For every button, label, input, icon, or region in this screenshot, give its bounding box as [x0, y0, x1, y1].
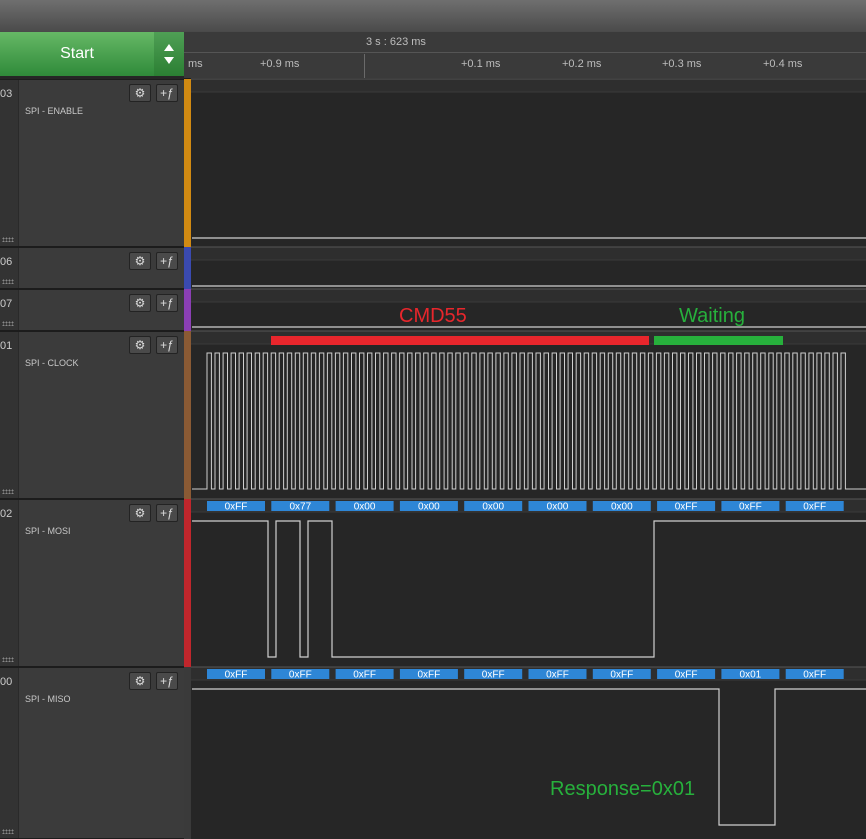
- arrow-up-icon[interactable]: [164, 44, 174, 51]
- drag-handle-icon[interactable]: [2, 321, 14, 326]
- trigger-icon[interactable]: +ƒ: [156, 294, 178, 312]
- channel-number-strip: [0, 80, 19, 246]
- arrow-down-icon[interactable]: [164, 57, 174, 64]
- channel-header-row: [191, 289, 866, 302]
- drag-handle-icon[interactable]: [2, 657, 14, 662]
- cmd55-bar: [271, 336, 649, 345]
- capture-time: 3 s : 623 ms: [366, 36, 426, 48]
- channel-name[interactable]: SPI - MISO: [25, 694, 71, 704]
- start-button[interactable]: Start: [0, 32, 155, 76]
- drag-handle-icon[interactable]: [2, 829, 14, 834]
- gear-icon[interactable]: ⚙: [129, 252, 151, 270]
- gear-icon[interactable]: ⚙: [129, 504, 151, 522]
- waveform-view[interactable]: 0xFF 0x77 0x00 0x00 0x00 0x00 0x00 0xFF 0xFF 0xFF…: [191, 78, 866, 839]
- top-toolbar: [0, 0, 866, 33]
- miso-byte-label: 0xFF: [289, 670, 312, 681]
- channel-number: 00: [0, 676, 13, 688]
- mosi-byte-label: 0x00: [482, 502, 504, 513]
- channel-panel-07[interactable]: 07 ⚙ +ƒ: [0, 289, 184, 331]
- ruler-tick: +0.4 ms: [763, 58, 803, 70]
- channel-name[interactable]: SPI - MOSI: [25, 526, 71, 536]
- gear-icon[interactable]: ⚙: [129, 672, 151, 690]
- channel-header-row: [191, 247, 866, 260]
- channel-panel-miso[interactable]: 00 SPI - MISO ⚙ +ƒ: [0, 667, 184, 839]
- channel-color-bar: [184, 79, 191, 247]
- mosi-byte-label: 0x00: [418, 502, 440, 513]
- trigger-icon[interactable]: +ƒ: [156, 252, 178, 270]
- ruler-tick: ms: [188, 58, 203, 70]
- cmd55-annotation: CMD55: [399, 305, 467, 327]
- waiting-bar: [654, 336, 783, 345]
- mosi-byte-label: 0x00: [547, 502, 569, 513]
- channel-number: 01: [0, 340, 13, 352]
- mosi-byte-label: 0xFF: [803, 502, 826, 513]
- time-ruler[interactable]: 3 s : 623 ms ms +0.9 ms +0.1 ms +0.2 ms …: [184, 32, 866, 79]
- channel-number-strip: [0, 500, 19, 666]
- channel-color-bar: [184, 331, 191, 499]
- channel-number: 06: [0, 256, 13, 268]
- miso-byte-label: 0xFF: [803, 670, 826, 681]
- channel-number: 03: [0, 88, 13, 100]
- channel-number-strip: [0, 668, 19, 838]
- mosi-byte-label: 0xFF: [675, 502, 698, 513]
- channel-number-strip: [0, 332, 19, 498]
- ruler-capture-row: 3 s : 623 ms: [184, 32, 866, 53]
- ruler-divider: [364, 54, 365, 78]
- mosi-byte-label: 0x00: [354, 502, 376, 513]
- channel-color-bar: [184, 247, 191, 289]
- start-options-toggle[interactable]: [154, 32, 184, 76]
- ruler-tick: +0.2 ms: [562, 58, 602, 70]
- channel-panel-06[interactable]: 06 ⚙ +ƒ: [0, 247, 184, 289]
- channel-color-bar: [184, 667, 191, 839]
- channel-number: 07: [0, 298, 13, 310]
- channel-number: 02: [0, 508, 13, 520]
- gear-icon[interactable]: ⚙: [129, 336, 151, 354]
- gear-icon[interactable]: ⚙: [129, 294, 151, 312]
- miso-byte-label: 0x01: [740, 670, 762, 681]
- channel-name[interactable]: SPI - CLOCK: [25, 358, 79, 368]
- response-annotation: Response=0x01: [550, 778, 696, 800]
- channel-panel-mosi[interactable]: 02 SPI - MOSI ⚙ +ƒ: [0, 499, 184, 667]
- miso-byte-label: 0xFF: [675, 670, 698, 681]
- ruler-tick: +0.3 ms: [662, 58, 702, 70]
- miso-byte-label: 0xFF: [610, 670, 633, 681]
- ruler-tick: +0.9 ms: [260, 58, 300, 70]
- mosi-byte-label: 0x77: [289, 502, 311, 513]
- waiting-annotation: Waiting: [679, 305, 745, 327]
- channel-header-row: [191, 79, 866, 92]
- mosi-byte-label: 0x00: [611, 502, 633, 513]
- miso-byte-label: 0xFF: [353, 670, 376, 681]
- trigger-icon[interactable]: +ƒ: [156, 672, 178, 690]
- channel-panel-clock[interactable]: 01 SPI - CLOCK ⚙ +ƒ: [0, 331, 184, 499]
- mosi-byte-label: 0xFF: [225, 502, 248, 513]
- channel-color-bar: [184, 499, 191, 667]
- trigger-icon[interactable]: +ƒ: [156, 336, 178, 354]
- miso-byte-label: 0xFF: [546, 670, 569, 681]
- drag-handle-icon[interactable]: [2, 237, 14, 242]
- ruler-tick: +0.1 ms: [461, 58, 501, 70]
- channel-panel-enable[interactable]: 03 SPI - ENABLE ⚙ +ƒ: [0, 79, 184, 247]
- miso-byte-label: 0xFF: [482, 670, 505, 681]
- drag-handle-icon[interactable]: [2, 279, 14, 284]
- channel-color-bar: [184, 289, 191, 331]
- mosi-byte-label: 0xFF: [739, 502, 762, 513]
- trigger-icon[interactable]: +ƒ: [156, 504, 178, 522]
- gear-icon[interactable]: ⚙: [129, 84, 151, 102]
- miso-byte-label: 0xFF: [418, 670, 441, 681]
- miso-byte-label: 0xFF: [225, 670, 248, 681]
- channel-name[interactable]: SPI - ENABLE: [25, 106, 83, 116]
- drag-handle-icon[interactable]: [2, 489, 14, 494]
- trigger-icon[interactable]: +ƒ: [156, 84, 178, 102]
